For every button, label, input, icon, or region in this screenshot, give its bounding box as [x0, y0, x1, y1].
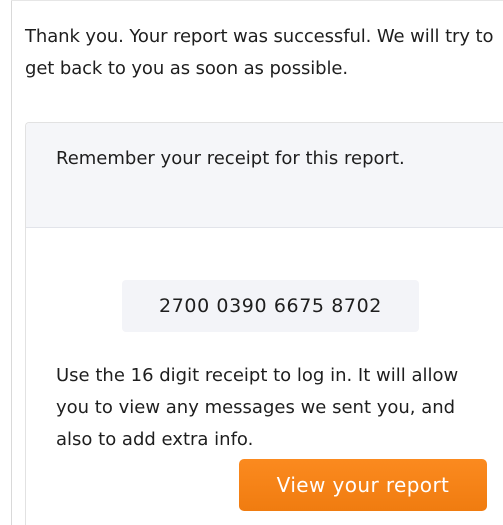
receipt-card: Remember your receipt for this report. 2… [25, 122, 503, 525]
view-report-button[interactable]: View your report [239, 459, 487, 511]
receipt-card-header: Remember your receipt for this report. [26, 123, 503, 228]
receipt-reminder-text: Remember your receipt for this report. [56, 148, 405, 169]
success-message: Thank you. Your report was successful. W… [25, 26, 494, 79]
frame-top-border [11, 0, 503, 1]
receipt-number: 2700 0390 6675 8702 [122, 280, 419, 332]
receipt-instructions: Use the 16 digit receipt to log in. It w… [56, 365, 459, 450]
